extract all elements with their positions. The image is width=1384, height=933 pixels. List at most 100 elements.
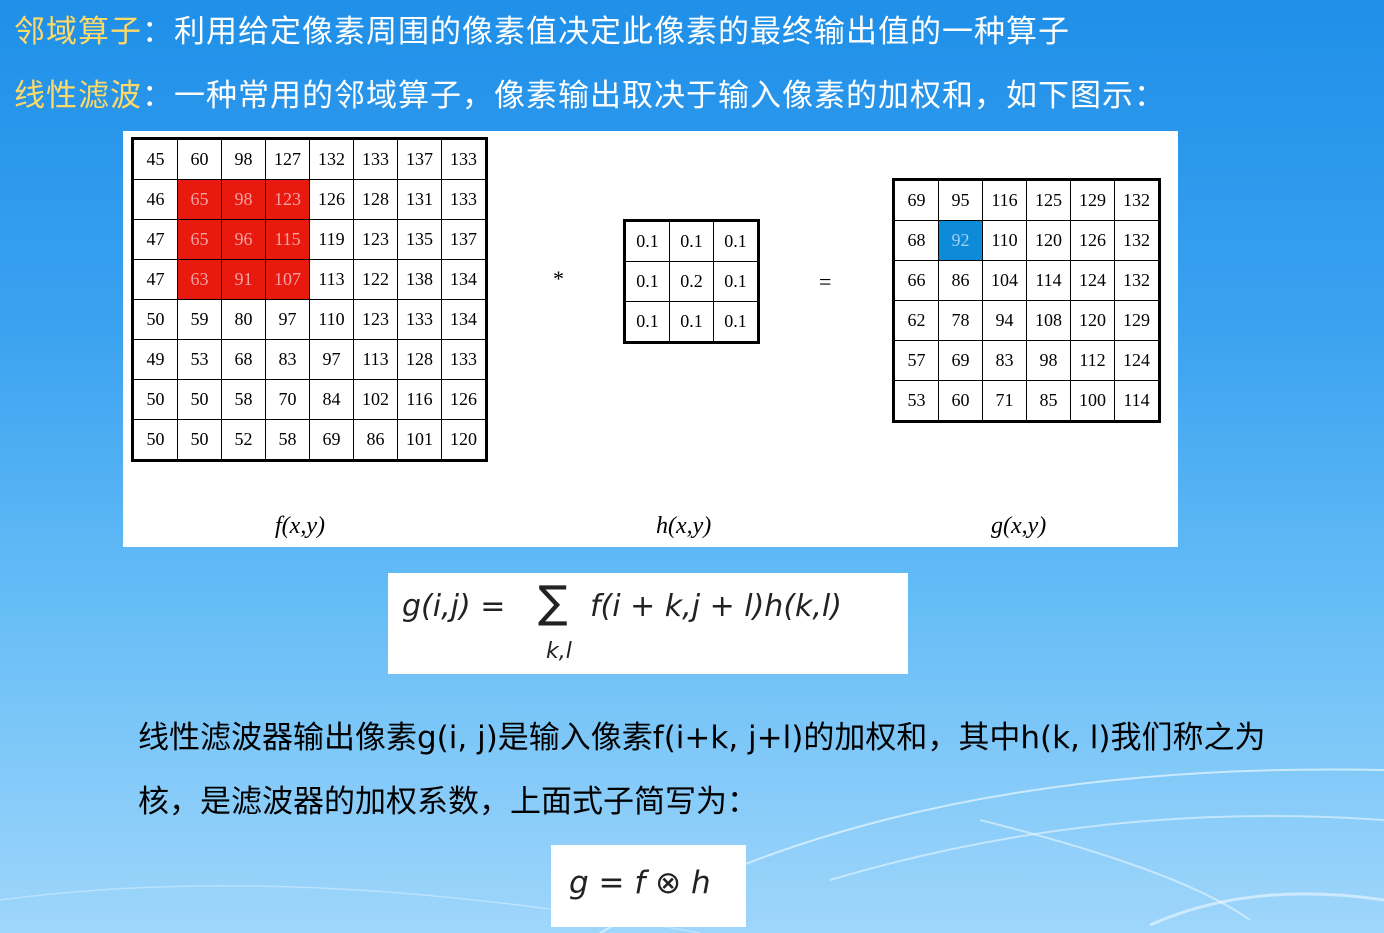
matrix-cell: 137 [397, 138, 442, 180]
matrix-cell: 132 [1114, 260, 1160, 301]
formula-rhs: f(i + k,j + l)h(k,l) [590, 589, 842, 624]
matrix-cell: 45 [132, 138, 178, 180]
matrix-cell: 0.1 [669, 220, 714, 262]
paragraph-line-1: 线性滤波器输出像素g(i, j)是输入像素f(i+k, j+l)的加权和，其中h… [138, 720, 1266, 756]
matrix-cell: 63 [177, 259, 222, 300]
matrix-cell: 0.1 [624, 261, 670, 302]
matrix-cell: 124 [1070, 260, 1115, 301]
matrix-cell: 0.1 [669, 301, 714, 343]
matrix-cell: 71 [982, 380, 1027, 422]
convolution-formula: g(i,j) = ∑ f(i + k,j + l)h(k,l) k,l [388, 573, 908, 674]
matrix-cell: 65 [177, 179, 222, 220]
term-linear-filter: 线性滤波 [14, 78, 142, 114]
definition-linear-filter: 一种常用的邻域算子，像素输出取决于输入像素的加权和，如下图示： [174, 78, 1166, 114]
matrix-row: 47 63 91 107 113 122 138 134 [132, 259, 487, 300]
matrix-cell: 68 [221, 339, 266, 380]
matrix-cell: 133 [441, 179, 487, 220]
matrix-cell: 49 [132, 339, 178, 380]
equals-operator: = [819, 269, 832, 294]
matrix-row: 0.1 0.1 0.1 [624, 301, 759, 343]
heading-neighborhood-operator: 邻域算子：利用给定像素周围的像素值决定此像素的最终输出值的一种算子 [14, 14, 1070, 50]
matrix-cell: 110 [982, 220, 1027, 261]
matrix-cell: 125 [1026, 179, 1071, 221]
matrix-cell: 114 [1026, 260, 1071, 301]
matrix-cell: 123 [353, 299, 398, 340]
matrix-row: 66 86 104 114 124 132 [893, 260, 1160, 301]
matrix-cell: 86 [938, 260, 983, 301]
convolution-figure: 45 60 98 127 132 133 137 133 46 65 98 123 126 128 131 1… [123, 131, 1178, 547]
matrix-cell: 107 [265, 259, 310, 300]
matrix-cell: 53 [893, 380, 939, 422]
matrix-cell: 62 [893, 300, 939, 341]
matrix-cell: 120 [1026, 220, 1071, 261]
matrix-cell: 132 [1114, 179, 1160, 221]
matrix-cell: 68 [893, 220, 939, 261]
matrix-cell: 104 [982, 260, 1027, 301]
matrix-row: 49 53 68 83 97 113 128 133 [132, 339, 487, 380]
matrix-cell: 102 [353, 379, 398, 420]
matrix-row: 62 78 94 108 120 129 [893, 300, 1160, 341]
heading-linear-filter: 线性滤波：一种常用的邻域算子，像素输出取决于输入像素的加权和，如下图示： [14, 78, 1166, 114]
short-formula: g = f ⊗ h [551, 845, 746, 927]
matrix-row: 68 92 110 120 126 132 [893, 220, 1160, 261]
definition-neighborhood-operator: 利用给定像素周围的像素值决定此像素的最终输出值的一种算子 [174, 14, 1070, 50]
matrix-cell: 129 [1070, 179, 1115, 221]
matrix-cell: 123 [353, 219, 398, 260]
matrix-cell: 59 [177, 299, 222, 340]
matrix-cell: 100 [1070, 380, 1115, 422]
matrix-cell: 50 [132, 419, 178, 461]
matrix-cell: 135 [397, 219, 442, 260]
matrix-cell: 128 [353, 179, 398, 220]
matrix-cell: 116 [982, 179, 1027, 221]
matrix-cell: 83 [982, 340, 1027, 381]
matrix-cell: 84 [309, 379, 354, 420]
matrix-cell: 69 [309, 419, 354, 461]
matrix-cell: 120 [441, 419, 487, 461]
matrix-cell: 132 [309, 138, 354, 180]
matrix-cell: 131 [397, 179, 442, 220]
matrix-row: 46 65 98 123 126 128 131 133 [132, 179, 487, 220]
matrix-cell: 114 [1114, 380, 1160, 422]
matrix-cell: 112 [1070, 340, 1115, 381]
matrix-cell: 128 [397, 339, 442, 380]
matrix-row: 45 60 98 127 132 133 137 133 [132, 138, 487, 180]
output-matrix-g: 69 95 116 125 129 132 68 92 110 120 126 132 66 86 104 1… [892, 178, 1161, 423]
matrix-cell: 50 [132, 379, 178, 420]
matrix-cell: 120 [1070, 300, 1115, 341]
matrix-cell: 134 [441, 259, 487, 300]
matrix-cell: 65 [177, 219, 222, 260]
kernel-matrix-h: 0.1 0.1 0.1 0.1 0.2 0.1 0.1 0.1 0.1 [623, 219, 760, 344]
matrix-row: 50 59 80 97 110 123 133 134 [132, 299, 487, 340]
input-matrix-f: 45 60 98 127 132 133 137 133 46 65 98 123 126 128 131 1… [131, 137, 488, 462]
matrix-cell: 116 [397, 379, 442, 420]
matrix-cell: 119 [309, 219, 354, 260]
matrix-cell: 91 [221, 259, 266, 300]
matrix-cell: 133 [397, 299, 442, 340]
summation-symbol: ∑ [538, 577, 568, 628]
matrix-cell: 69 [938, 340, 983, 381]
matrix-cell: 70 [265, 379, 310, 420]
convolve-operator: * [553, 266, 564, 291]
matrix-row: 0.1 0.2 0.1 [624, 261, 759, 302]
matrix-cell: 96 [221, 219, 266, 260]
matrix-cell: 123 [265, 179, 310, 220]
matrix-cell: 0.1 [713, 261, 759, 302]
matrix-cell: 129 [1114, 300, 1160, 341]
matrix-cell: 85 [1026, 380, 1071, 422]
matrix-cell: 134 [441, 299, 487, 340]
matrix-cell: 50 [177, 379, 222, 420]
matrix-cell: 133 [353, 138, 398, 180]
matrix-cell: 98 [221, 138, 266, 180]
matrix-cell: 101 [397, 419, 442, 461]
matrix-cell: 133 [441, 138, 487, 180]
matrix-cell: 126 [441, 379, 487, 420]
matrix-cell: 47 [132, 259, 178, 300]
matrix-cell: 50 [132, 299, 178, 340]
matrix-row: 50 50 58 70 84 102 116 126 [132, 379, 487, 420]
matrix-cell: 98 [221, 179, 266, 220]
matrix-cell: 50 [177, 419, 222, 461]
matrix-cell: 97 [265, 299, 310, 340]
matrix-row: 0.1 0.1 0.1 [624, 220, 759, 262]
matrix-cell: 60 [177, 138, 222, 180]
matrix-cell: 0.2 [669, 261, 714, 302]
